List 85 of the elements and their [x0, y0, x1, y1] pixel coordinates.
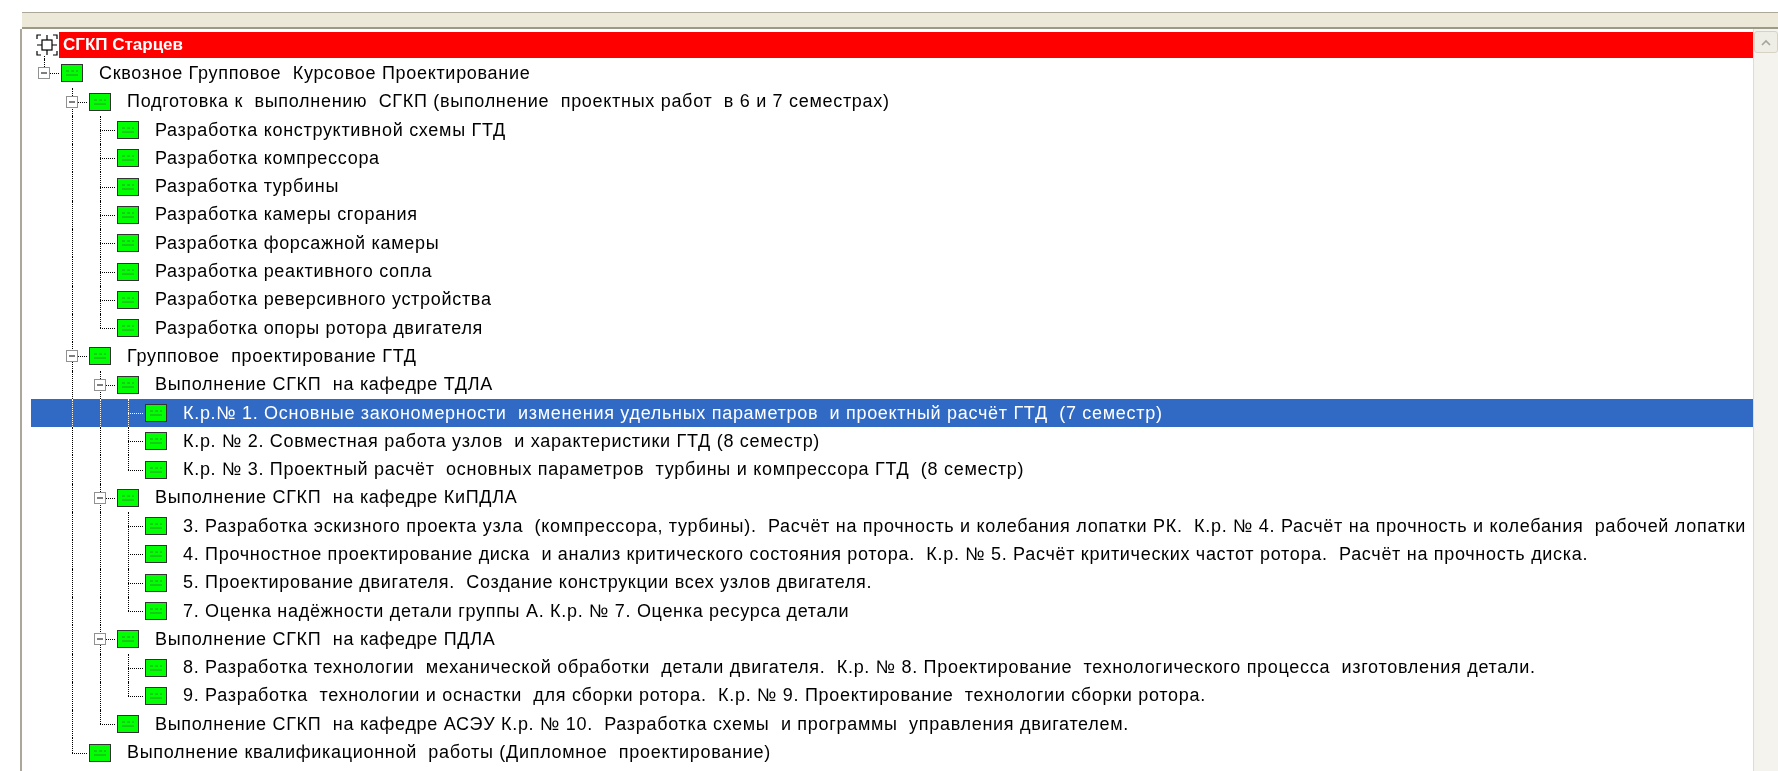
tree-item-label: Разработка компрессора — [155, 147, 380, 169]
node-icon — [117, 149, 139, 168]
collapse-icon[interactable] — [66, 95, 78, 108]
node-icon — [145, 686, 167, 705]
node-icon — [117, 488, 139, 507]
tree-item-label: Разработка камеры сгорания — [155, 204, 418, 226]
tree-item-label: Выполнение СГКП на кафедре ПДЛА — [155, 628, 496, 650]
tree-item-label: 4. Прочностное проектирование диска и анализ критического состояния ротора. К.р. № 5. Расчёт критических частот ротора. Расчёт на прочность диска. — [183, 544, 1589, 565]
node-icon — [145, 602, 167, 621]
tree-item-label: Разработка турбины — [155, 176, 340, 198]
tree-item-label: Сквозное Групповое Курсовое Проектирование — [99, 62, 531, 84]
tree-row[interactable]: Разработка конструктивной схемы ГТД — [31, 115, 1753, 145]
tree-row[interactable]: 7. Оценка надёжности детали группы А. К.р. № 7. Оценка ресурса детали — [31, 596, 1753, 626]
tree-row[interactable]: Выполнение СГКП на кафедре ТДЛА — [31, 370, 1753, 399]
tree-row[interactable]: Выполнение СГКП на кафедре ПДЛА — [31, 625, 1753, 654]
tree-row[interactable]: Разработка реверсивного устройства — [31, 285, 1753, 314]
tree-item-label: Групповое проектирование ГТД — [127, 345, 417, 367]
tree-item-label: К.р. № 2. Совместная работа узлов и характеристики ГТД (8 семестр) — [183, 430, 821, 452]
tree-item-label: 8. Разработка технологии механической обработки детали двигателя. К.р. № 8. Проектирование технологического процесса изготовления детали. — [183, 657, 1536, 679]
node-icon — [117, 630, 139, 649]
node-icon — [89, 347, 111, 366]
collapse-icon[interactable] — [94, 378, 106, 391]
tree-row[interactable]: Разработка опоры ротора двигателя — [31, 313, 1753, 343]
tree-row[interactable]: Разработка форсажной камеры — [31, 229, 1753, 258]
node-icon — [145, 658, 167, 677]
move-icon — [36, 34, 58, 56]
chevron-up-icon — [1761, 38, 1771, 46]
tree-item-label: Разработка форсажной камеры — [155, 232, 440, 254]
collapse-icon[interactable] — [94, 491, 106, 504]
tree-row[interactable]: Разработка камеры сгорания — [31, 200, 1753, 230]
tree-row[interactable]: 8. Разработка технологии механической обработки детали двигателя. К.р. № 8. Проектирование технологического процесса изготовления детали. — [31, 653, 1753, 682]
node-icon — [145, 460, 167, 479]
node-icon — [89, 92, 111, 111]
tree-row[interactable]: 4. Прочностное проектирование диска и анализ критического состояния ротора. К.р. № 5. Расчёт критических частот ротора. Расчёт на прочность диска. — [31, 540, 1753, 569]
node-icon — [145, 545, 167, 564]
tree-item-label: К.р.№ 1. Основные закономерности изменения удельных параметров и проектный расчёт ГТД (7 семестр) — [183, 402, 1163, 424]
tree-root-label[interactable]: СГКП Старцев — [59, 32, 1753, 59]
node-icon — [145, 517, 167, 536]
tree-item-label: Разработка реактивного сопла — [155, 261, 433, 282]
tree-row[interactable]: Разработка турбины — [31, 172, 1753, 201]
node-icon — [117, 262, 139, 281]
tree-item-label: Разработка конструктивной схемы ГТД — [155, 119, 506, 141]
node-icon — [117, 715, 139, 734]
node-icon — [117, 177, 139, 196]
tree-item-label: Выполнение СГКП на кафедре ТДЛА — [155, 374, 493, 396]
tree-row[interactable]: К.р. № 2. Совместная работа узлов и характеристики ГТД (8 семестр) — [31, 427, 1753, 456]
tree-item-label: Выполнение квалификационной работы (Дипломное проектирование) — [127, 742, 771, 764]
tree-item-label: 7. Оценка надёжности детали группы А. К.р. № 7. Оценка ресурса детали — [183, 600, 850, 622]
tree-row[interactable]: 9. Разработка технологии и оснастки для сборки ротора. К.р. № 9. Проектирование технологии сборки ротора. — [31, 681, 1753, 711]
tree-item-label: Выполнение СГКП на кафедре КиПДЛА — [155, 487, 518, 509]
node-icon — [145, 573, 167, 592]
collapse-icon[interactable] — [94, 633, 106, 646]
tree-item-label: 5. Проектирование двигателя. Создание конструкции всех узлов двигателя. — [183, 572, 873, 594]
scrollbar[interactable] — [1753, 29, 1778, 771]
tree-row[interactable]: Разработка реактивного сопла — [31, 257, 1753, 286]
tree-row[interactable]: Групповое проектирование ГТД — [31, 342, 1753, 371]
tree-item-label: К.р. № 3. Проектный расчёт основных параметров турбины и компрессора ГТД (8 семестр) — [183, 459, 1025, 481]
node-icon — [61, 64, 83, 83]
node-icon — [117, 121, 139, 140]
node-icon — [145, 432, 167, 451]
tree-row[interactable]: К.р. № 3. Проектный расчёт основных параметров турбины и компрессора ГТД (8 семестр) — [31, 455, 1753, 484]
collapse-icon[interactable] — [66, 350, 78, 363]
tree-item-label: 9. Разработка технологии и оснастки для сборки ротора. К.р. № 9. Проектирование технологии сборки ротора. — [183, 685, 1206, 707]
tree-row[interactable]: 5. Проектирование двигателя. Создание конструкции всех узлов двигателя. — [31, 568, 1753, 597]
node-icon — [117, 234, 139, 253]
tree-row[interactable]: 3. Разработка эскизного проекта узла (компрессора, турбины). Расчёт на прочность и колебания лопатки РК. К.р. № 4. Расчёт на прочность и колебания рабочей лопатки — [31, 512, 1753, 541]
node-icon — [117, 290, 139, 309]
node-icon — [117, 205, 139, 224]
collapse-icon[interactable] — [38, 67, 50, 80]
tree-item-label: Разработка опоры ротора двигателя — [155, 317, 484, 339]
tree-item-label: Подготовка к выполнению СГКП (выполнение проектных работ в 6 и 7 семестрах) — [127, 91, 890, 113]
tree-row[interactable]: Подготовка к выполнению СГКП (выполнение проектных работ в 6 и 7 семестрах) — [31, 87, 1753, 116]
node-icon — [89, 743, 111, 762]
node-icon — [117, 319, 139, 338]
tree-row[interactable]: К.р.№ 1. Основные закономерности изменения удельных параметров и проектный расчёт ГТД (7 семестр) — [31, 398, 1753, 428]
tree-item-label: 3. Разработка эскизного проекта узла (компрессора, турбины). Расчёт на прочность и колебания лопатки РК. К.р. № 4. Расчёт на прочность и колебания рабочей лопатки — [183, 515, 1746, 537]
tree-row[interactable]: Разработка компрессора — [31, 144, 1753, 173]
tree-item-label: Разработка реверсивного устройства — [155, 289, 492, 311]
tree-item-label: Выполнение СГКП на кафедре АСЭУ К.р. № 10. Разработка схемы и программы управления двигателем. — [155, 713, 1129, 735]
node-icon — [117, 375, 139, 394]
node-icon — [145, 404, 167, 422]
tree-row[interactable]: Выполнение СГКП на кафедре АСЭУ К.р. № 10. Разработка схемы и программы управления двигателем. — [31, 710, 1753, 739]
tree-row[interactable]: Выполнение СГКП на кафедре КиПДЛА — [31, 483, 1753, 513]
tree-row[interactable]: Выполнение квалификационной работы (Дипломное проектирование) — [31, 738, 1753, 767]
tree-row[interactable]: Сквозное Групповое Курсовое Проектирование — [31, 59, 1753, 88]
